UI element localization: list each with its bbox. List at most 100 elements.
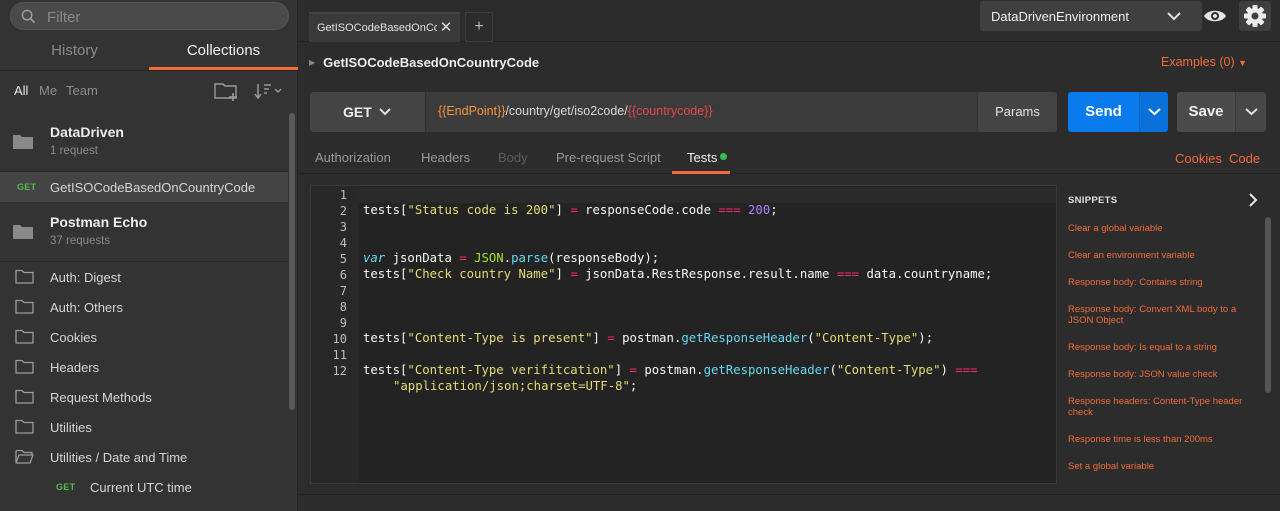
snippets-panel: SNIPPETS Clear a global variable Clear a… <box>1058 185 1280 485</box>
folder-icon <box>15 389 34 404</box>
send-options-button[interactable] <box>1139 92 1168 132</box>
active-line-highlight <box>359 187 1056 203</box>
scope-team[interactable]: Team <box>66 83 98 98</box>
folder-item[interactable]: Headers <box>0 352 288 382</box>
code-link[interactable]: Code <box>1229 151 1260 166</box>
collection-datadriven[interactable]: DataDriven 1 request <box>0 112 288 172</box>
sort-icon[interactable] <box>254 81 284 101</box>
cookies-link[interactable]: Cookies <box>1175 151 1222 166</box>
folder-item[interactable]: Request Methods <box>0 382 288 412</box>
method-select[interactable]: GET <box>310 92 425 132</box>
url-path: /country/get/iso2code/ <box>505 104 628 118</box>
active-tab-indicator <box>672 171 730 174</box>
line-number: 6 <box>339 268 347 282</box>
line-number: 2 <box>339 204 347 218</box>
folder-name: Auth: Digest <box>50 270 121 285</box>
folder-item[interactable]: Auth: Digest <box>0 262 288 292</box>
snippet-link[interactable]: Set a global variable <box>1068 461 1258 472</box>
folder-icon <box>15 359 34 374</box>
environment-label: DataDrivenEnvironment <box>991 9 1130 24</box>
chevron-down-icon <box>1245 108 1258 116</box>
new-collection-icon[interactable] <box>214 80 240 102</box>
tab-bar: GetISOCodeBasedOnCountryCode ✕ + DataDri… <box>299 0 1280 42</box>
folder-icon <box>15 329 34 344</box>
url-text: {{EndPoint}}/country/get/iso2code/{{coun… <box>438 104 713 118</box>
folder-icon <box>15 299 34 314</box>
collection-folder-icon <box>13 135 33 149</box>
code-line-5: var jsonData = JSON.parse(responseBody); <box>363 251 660 265</box>
examples-label: Examples (0) <box>1161 55 1235 69</box>
folder-name: Utilities <box>50 420 92 435</box>
folder-open-icon <box>15 449 34 464</box>
collection-postman-echo[interactable]: Postman Echo 37 requests <box>0 202 288 262</box>
snippets-title: SNIPPETS <box>1068 195 1118 206</box>
folder-name: Auth: Others <box>50 300 123 315</box>
request-title[interactable]: ▶ GetISOCodeBasedOnCountryCode <box>309 55 539 70</box>
chevron-down-icon <box>1148 108 1161 116</box>
scope-me[interactable]: Me <box>39 83 57 98</box>
snippet-link[interactable]: Response headers: Content-Type header ch… <box>1068 396 1258 418</box>
tab-headers[interactable]: Headers <box>421 150 470 165</box>
url-input[interactable]: {{EndPoint}}/country/get/iso2code/{{coun… <box>425 92 977 132</box>
snippet-link[interactable]: Response time is less than 200ms <box>1068 434 1258 445</box>
close-icon[interactable]: ✕ <box>439 20 453 36</box>
params-button[interactable]: Params <box>977 92 1057 132</box>
folder-name: Headers <box>50 360 100 375</box>
eye-icon[interactable] <box>1200 1 1230 31</box>
environment-select[interactable]: DataDrivenEnvironment <box>980 1 1202 31</box>
method-label: GET <box>343 104 372 120</box>
new-tab-button[interactable]: + <box>465 12 493 42</box>
line-number: 11 <box>332 348 347 362</box>
folder-item[interactable]: Utilities <box>0 412 288 442</box>
snippet-link[interactable]: Response body: Is equal to a string <box>1068 342 1258 353</box>
snippets-scrollbar[interactable] <box>1265 217 1271 393</box>
method-badge: GET <box>56 482 76 492</box>
snippet-link[interactable]: Response body: JSON value check <box>1068 369 1258 380</box>
scope-all[interactable]: All <box>14 83 28 98</box>
method-badge: GET <box>17 182 37 192</box>
tests-editor[interactable]: 1 2 3 4 5 6 7 8 9 10 11 12 tests["Status… <box>310 185 1057 484</box>
folder-item-open[interactable]: Utilities / Date and Time <box>0 442 288 472</box>
line-number: 3 <box>339 220 347 234</box>
snippet-link[interactable]: Response body: Convert XML body to a JSO… <box>1068 304 1258 326</box>
line-number: 12 <box>332 364 347 378</box>
tab-history[interactable]: History <box>0 34 149 70</box>
collection-name: DataDriven <box>50 124 124 140</box>
filter-box[interactable] <box>10 2 289 30</box>
snippet-link[interactable]: Response body: Contains string <box>1068 277 1258 288</box>
examples-dropdown[interactable]: Examples (0) ▼ <box>1161 55 1247 69</box>
chevron-right-icon[interactable] <box>1246 192 1260 208</box>
sidebar-scrollbar[interactable] <box>289 113 295 410</box>
code-line-6: tests["Check country Name"] = jsonData.R… <box>363 267 993 281</box>
settings-button[interactable] <box>1239 1 1271 31</box>
folder-icon <box>15 269 34 284</box>
response-pane-divider <box>299 494 1280 511</box>
line-number: 4 <box>339 236 347 250</box>
folder-item[interactable]: Auth: Others <box>0 292 288 322</box>
line-number: 1 <box>339 188 347 202</box>
request-item-selected[interactable]: GET GetISOCodeBasedOnCountryCode <box>0 172 288 202</box>
line-number: 8 <box>339 300 347 314</box>
tab-authorization[interactable]: Authorization <box>315 150 391 165</box>
filter-input[interactable] <box>47 7 277 27</box>
save-options-button[interactable] <box>1235 92 1266 132</box>
code-line-12: tests["Content-Type verifitcation"] = po… <box>363 363 978 377</box>
url-variable: {{countrycode}} <box>627 104 713 118</box>
url-variable: {{EndPoint}} <box>438 104 506 118</box>
request-name: GetISOCodeBasedOnCountryCode <box>50 180 256 195</box>
save-button[interactable]: Save <box>1177 92 1235 132</box>
tab-pre-request-script[interactable]: Pre-request Script <box>556 150 661 165</box>
request-tab[interactable]: GetISOCodeBasedOnCountryCode ✕ <box>309 12 460 42</box>
tab-tests[interactable]: Tests <box>687 150 717 165</box>
tab-body[interactable]: Body <box>498 150 528 165</box>
request-item[interactable]: GET Current UTC time <box>0 472 288 502</box>
folder-item[interactable]: Cookies <box>0 322 288 352</box>
snippet-link[interactable]: Clear a global variable <box>1068 223 1258 234</box>
snippet-link[interactable]: Clear an environment variable <box>1068 250 1258 261</box>
main-panel: GetISOCodeBasedOnCountryCode ✕ + DataDri… <box>299 0 1280 511</box>
gear-icon <box>1244 5 1266 27</box>
line-number: 9 <box>339 316 347 330</box>
expand-caret-icon[interactable]: ▶ <box>309 58 315 67</box>
tab-collections[interactable]: Collections <box>149 34 298 70</box>
send-button[interactable]: Send <box>1068 92 1139 132</box>
